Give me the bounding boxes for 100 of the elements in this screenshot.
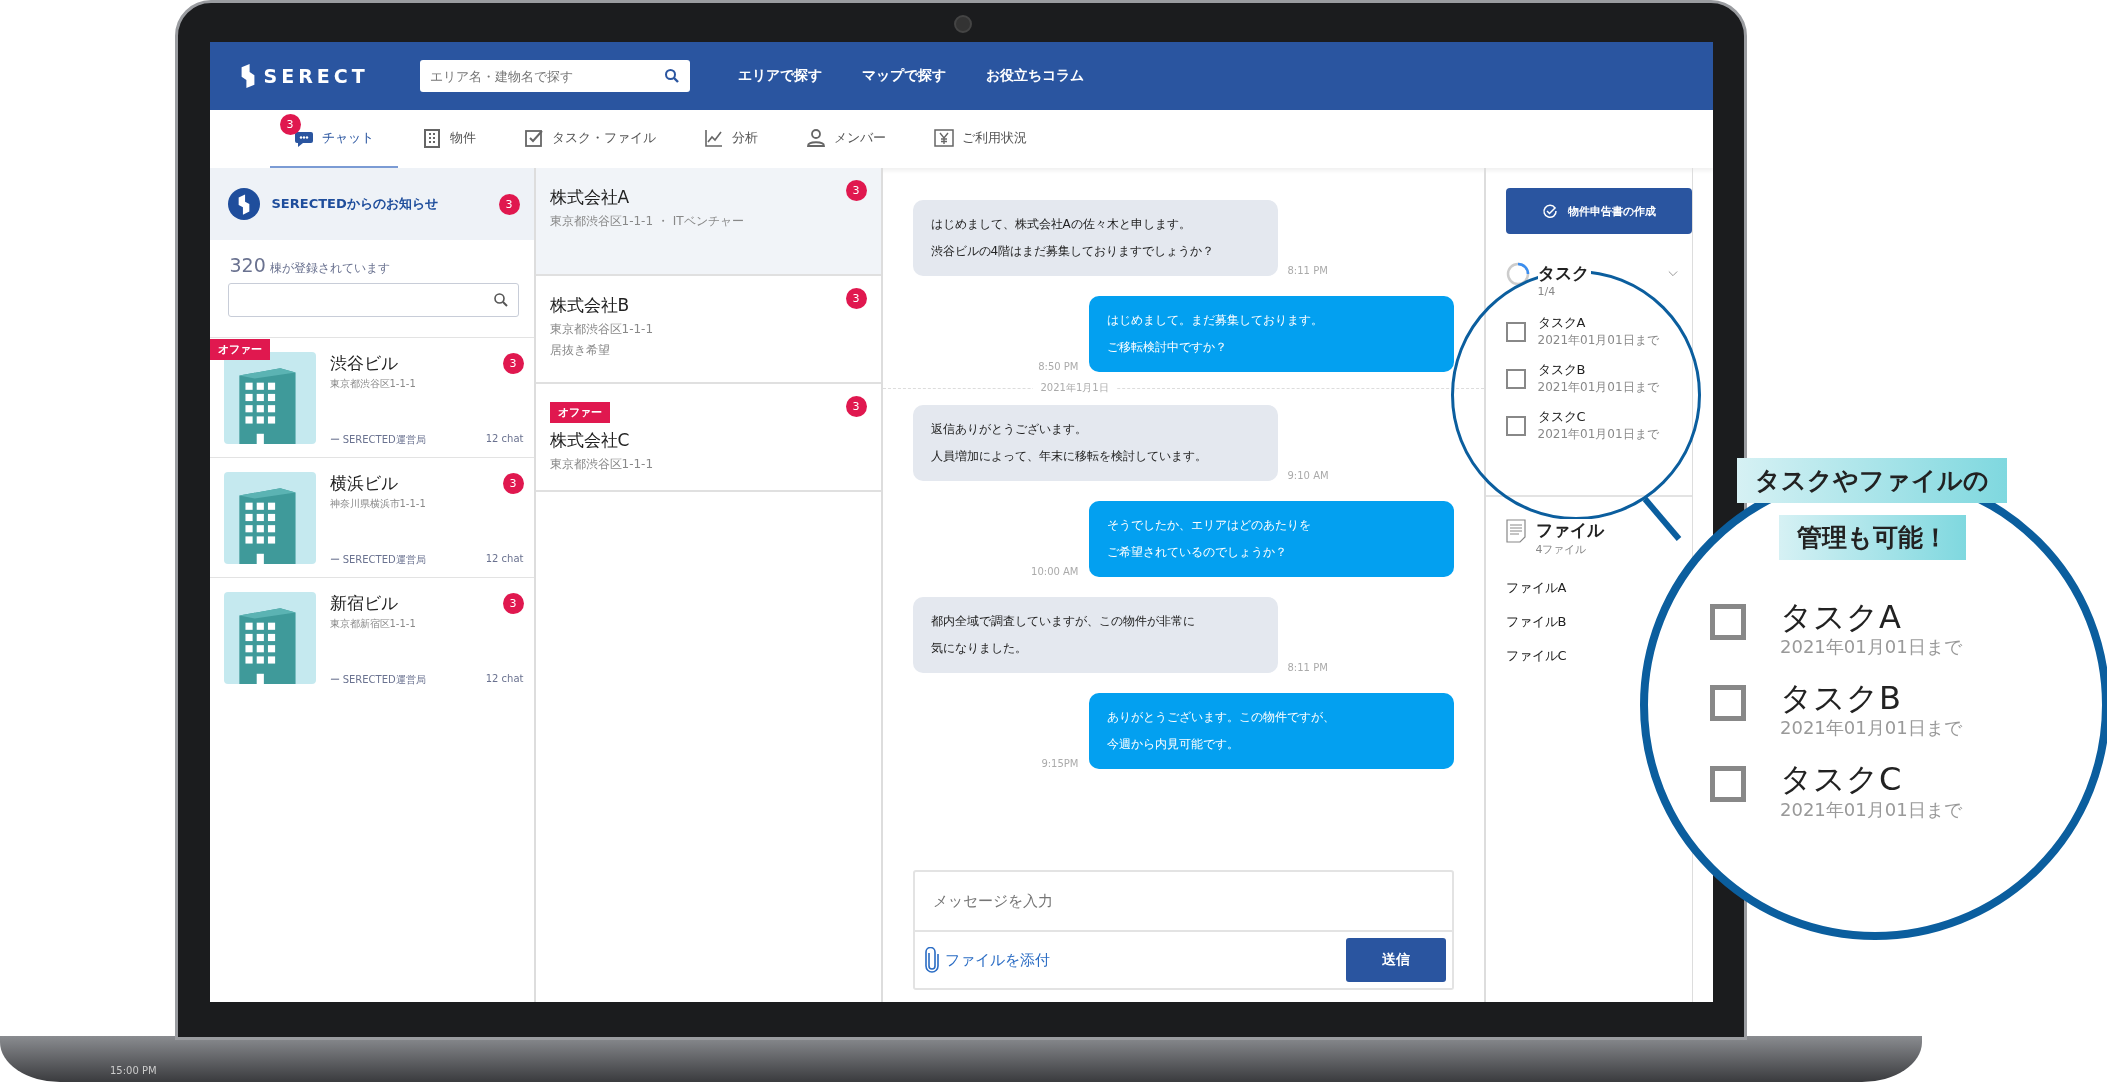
task-name: タスクC	[1537, 408, 1587, 426]
message-time: 8:11 PM	[1287, 662, 1329, 673]
search-field[interactable]	[227, 283, 519, 317]
search-icon	[663, 68, 680, 84]
chat-count: 12 chat	[485, 433, 524, 446]
message-bubble: 都内全域で調査していますが、この物件が非常に 気になりました。	[912, 597, 1278, 673]
offer-tag: オファー	[209, 339, 270, 360]
nav-link[interactable]: お役立ちコラム	[985, 67, 1084, 85]
logo-icon	[227, 188, 260, 220]
message-bubble: そうでしたか、エリアはどのあたりを ご希望されているのでしょうか？	[1088, 501, 1454, 577]
company-detail: 東京都渋谷区1-1-1 ・ ITベンチャー	[549, 213, 744, 230]
message-bubble: ありがとうございます。この物件ですが、 今週から内見可能です。	[1088, 693, 1454, 769]
message-time: 9:10 AM	[1287, 470, 1330, 481]
company-name: 株式会社A	[549, 186, 630, 209]
file-link[interactable]: ファイルC	[1505, 647, 1567, 665]
paperclip-icon	[924, 947, 939, 973]
task-due-date: 2021年01月01日まで	[1537, 332, 1659, 349]
message-time: 9:15PM	[1040, 758, 1079, 769]
create-report-button[interactable]: 物件申告書の作成	[1505, 188, 1692, 234]
notice-title[interactable]: SERECTEDからのお知らせ	[271, 195, 487, 213]
message-time: 8:11 PM	[1287, 265, 1329, 276]
task-name: タスクA	[1537, 314, 1587, 332]
message-bubble: はじめまして。まだ募集しております。 ご移転検討中ですか？	[1088, 296, 1454, 372]
file-link[interactable]: ファイルB	[1505, 613, 1567, 631]
count-badge: 3	[498, 193, 520, 215]
count-badge: 3	[845, 288, 867, 309]
task-name: タスクB	[1780, 681, 1902, 717]
chevron-down-icon[interactable]	[1667, 270, 1678, 278]
nav-tab[interactable]: メンバー	[781, 110, 910, 168]
check-circle-icon	[1541, 203, 1558, 219]
task-due-date: 2021年01月01日まで	[1537, 426, 1659, 443]
nav-tab[interactable]: ご利用状況	[909, 110, 1051, 168]
building-icon	[223, 592, 316, 684]
building-count: 320	[229, 254, 266, 276]
building-name: 渋谷ビル	[329, 352, 398, 375]
person-icon	[805, 128, 826, 148]
yen-icon	[933, 128, 954, 148]
task-name: タスクB	[1537, 361, 1587, 379]
attach-file-link[interactable]: ファイルを添付	[924, 947, 1050, 973]
building-list-item[interactable]: 新宿ビル 3 東京都新宿区1-1-1 ー SERECTED運営局 12 chat	[209, 577, 534, 697]
search-icon	[492, 292, 509, 308]
sender-name: ー SERECTED運営局	[329, 433, 426, 447]
company-detail: 東京都渋谷区1-1-1	[549, 456, 654, 473]
task-checkbox[interactable]	[1505, 415, 1526, 436]
count-badge: 3	[502, 353, 524, 374]
building-list-item[interactable]: オファー 渋谷ビル 3 東京都渋谷区1-1-1 ー SERECTED運営局 12 chat	[209, 337, 534, 457]
building-address: 東京都渋谷区1-1-1	[329, 377, 417, 391]
file-count: 4ファイル	[1535, 542, 1588, 557]
company-name: 株式会社B	[549, 294, 630, 317]
leader-line	[1642, 496, 1682, 542]
sender-name: ー SERECTED運営局	[329, 673, 426, 687]
message-bubble: はじめまして、株式会社Aの佐々木と申します。 渋谷ビルの4階はまだ募集しておりますでしょうか？	[912, 200, 1278, 276]
task-checkbox[interactable]	[1505, 321, 1526, 342]
caption-label: タスクやファイルの	[1737, 458, 2007, 503]
company-list-item[interactable]: 株式会社A 東京都渋谷区1-1-1 ・ ITベンチャー 3	[535, 168, 881, 276]
send-button[interactable]: 送信	[1345, 938, 1446, 982]
count-badge: 3	[502, 473, 524, 494]
offer-tag: オファー	[549, 402, 610, 423]
company-list-item[interactable]: 株式会社B 東京都渋谷区1-1-1 居抜き希望 3	[535, 276, 881, 384]
line-chart-icon	[703, 128, 724, 148]
building-name: 横浜ビル	[329, 472, 398, 495]
chat-count: 12 chat	[485, 673, 524, 686]
count-badge: 3	[845, 180, 867, 201]
task-checkbox[interactable]	[1505, 368, 1526, 389]
task-due-date: 2021年01月01日まで	[1537, 379, 1659, 396]
task-count: 1/4	[1537, 285, 1557, 298]
task-due-date: 2021年01月01日まで	[1780, 635, 1962, 660]
task-due-date: 2021年01月01日まで	[1780, 716, 1962, 741]
building-address: 東京都新宿区1-1-1	[329, 617, 417, 631]
checkbox-icon	[523, 128, 544, 148]
message-input[interactable]: メッセージを入力	[912, 870, 1454, 932]
clock-text: 15:00 PM	[110, 1065, 157, 1076]
company-detail: 居抜き希望	[549, 342, 610, 359]
document-icon	[1505, 519, 1526, 543]
company-name: 株式会社C	[549, 429, 630, 452]
nav-tab[interactable]: 物件	[397, 110, 500, 168]
nav-tab[interactable]: 分析	[679, 110, 782, 168]
section-title: ファイル	[1535, 519, 1606, 542]
sender-name: ー SERECTED運営局	[329, 553, 426, 567]
message-time: 10:00 AM	[1030, 566, 1079, 577]
nav-link[interactable]: マップで探す	[861, 67, 946, 85]
building-list-item[interactable]: 横浜ビル 3 神奈川県横浜市1-1-1 ー SERECTED運営局 12 chat	[209, 457, 534, 577]
chat-count: 12 chat	[485, 553, 524, 566]
nav-tab[interactable]: タスク・ファイル	[499, 110, 680, 168]
nav-link[interactable]: エリアで探す	[737, 67, 822, 85]
logo-icon	[239, 61, 256, 91]
search-field[interactable]: エリア名・建物名で探す	[419, 60, 690, 92]
company-list-item[interactable]: オファー 株式会社C 東京都渋谷区1-1-1 3	[535, 384, 881, 492]
message-time: 8:50 PM	[1037, 361, 1079, 372]
file-link[interactable]: ファイルA	[1505, 579, 1567, 597]
caption-label: 管理も可能！	[1778, 515, 1966, 560]
task-due-date: 2021年01月01日まで	[1780, 797, 1962, 822]
building-icon	[421, 128, 442, 148]
building-name: 新宿ビル	[329, 592, 398, 615]
building-address: 神奈川県横浜市1-1-1	[329, 497, 427, 511]
count-badge: 3	[502, 593, 524, 614]
count-badge: 3	[845, 396, 867, 417]
task-name: タスクC	[1780, 762, 1903, 798]
count-badge: 3	[279, 114, 301, 135]
building-icon	[223, 472, 316, 564]
